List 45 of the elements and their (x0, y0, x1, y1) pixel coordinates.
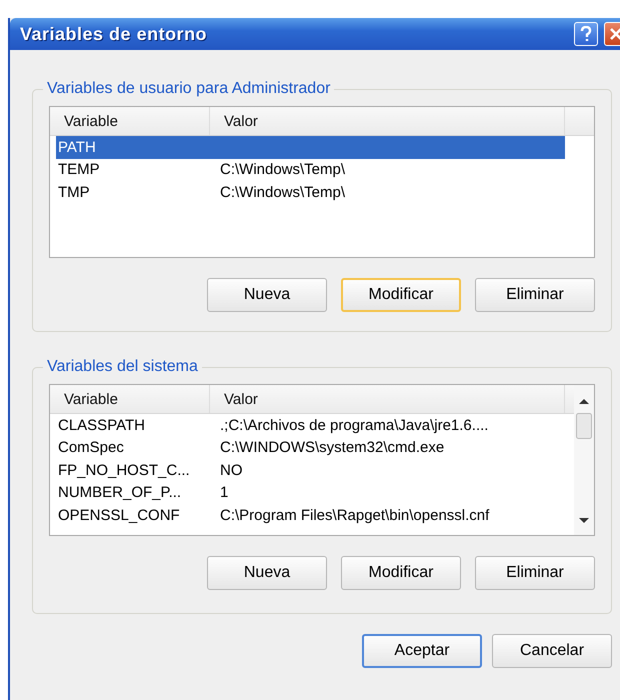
list-row[interactable]: ComSpec C:\WINDOWS\system32\cmd.exe (56, 436, 565, 459)
list-row[interactable]: TEMP C:\Windows\Temp\ (56, 158, 565, 181)
down-arrow-icon[interactable] (578, 517, 590, 525)
action-button[interactable]: Modificar (341, 278, 461, 312)
column-header[interactable]: Variable (50, 385, 210, 413)
action-button[interactable]: Nueva (207, 556, 327, 590)
variable-cell-text: FP_NO_HOST_C... (57, 462, 191, 479)
value-cell-text: C:\Windows\Temp\ (219, 184, 346, 201)
column-header[interactable]: Valor (210, 107, 565, 135)
window-title: Variables de entorno (20, 24, 208, 44)
action-button[interactable]: Nueva (207, 278, 327, 312)
scroll-thumb[interactable] (576, 413, 592, 439)
accept-button[interactable]: Aceptar (362, 634, 482, 668)
list-row[interactable]: PATH (56, 136, 565, 158)
variable-cell-text: PATH (57, 138, 97, 156)
variable-cell-text: CLASSPATH (57, 416, 146, 434)
list-row[interactable]: NUMBER_OF_P... 1 (56, 482, 565, 504)
list-row[interactable]: OPENSSL_CONF C:\Program Files\Rapget\bin\openssl.cnf (56, 504, 565, 526)
value-cell-text: C:\Program Files\Rapget\bin\openssl.cnf (219, 506, 490, 524)
close-icon (609, 27, 620, 41)
action-button[interactable]: Modificar (341, 556, 461, 590)
variable-cell-text: NUMBER_OF_P... (57, 484, 182, 502)
up-arrow-icon[interactable] (578, 397, 590, 405)
help-icon (580, 26, 592, 42)
cancel-button[interactable]: Cancelar (492, 634, 612, 668)
scrollbar[interactable] (574, 385, 594, 535)
value-cell-text: C:\Windows\Temp\ (219, 161, 346, 178)
group-title: Variables de usuario para Administrador (46, 80, 332, 98)
variable-cell-text: TMP (57, 184, 91, 201)
variable-cell-text: ComSpec (57, 439, 125, 456)
value-cell-text: .;C:\Archivos de programa\Java\jre1.6.... (219, 416, 490, 434)
variable-cell-text: TEMP (57, 161, 101, 178)
column-header[interactable]: Variable (50, 107, 210, 135)
value-cell-text: 1 (219, 484, 230, 502)
help-button[interactable] (574, 22, 598, 46)
group-title: Variables del sistema (46, 358, 199, 376)
action-button[interactable]: Eliminar (475, 278, 595, 312)
list-row[interactable]: TMP C:\Windows\Temp\ (56, 181, 565, 204)
value-cell-text: C:\WINDOWS\system32\cmd.exe (219, 439, 446, 456)
list-row[interactable]: FP_NO_HOST_C... NO (56, 459, 565, 482)
column-header[interactable]: Valor (210, 385, 565, 413)
list-row[interactable]: CLASSPATH .;C:\Archivos de programa\Java\jre1.6.... (56, 414, 565, 436)
action-button[interactable]: Eliminar (475, 556, 595, 590)
value-cell-text: NO (219, 462, 244, 479)
variable-cell-text: OPENSSL_CONF (57, 506, 181, 524)
